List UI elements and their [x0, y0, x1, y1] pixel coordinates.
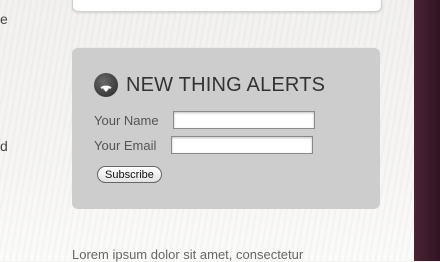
- email-row: Your Email: [94, 136, 313, 154]
- left-column-text-fragment: e: [0, 11, 8, 27]
- alerts-header: NEW THING ALERTS: [94, 71, 325, 99]
- sidebar-strip: [414, 0, 440, 261]
- alerts-title: NEW THING ALERTS: [126, 73, 326, 96]
- alerts-signup-panel: NEW THING ALERTS Your Name Your Email Su…: [72, 47, 380, 209]
- email-input[interactable]: [171, 136, 313, 154]
- rss-icon: [94, 73, 118, 97]
- subscribe-button[interactable]: Subscribe: [97, 166, 162, 183]
- left-column-text-fragment: d: [0, 138, 8, 154]
- email-label: Your Email: [94, 137, 157, 153]
- name-row: Your Name: [94, 111, 315, 129]
- body-paragraph: Lorem ipsum dolor sit amet, consectetur: [72, 247, 304, 262]
- previous-card: [72, 0, 382, 12]
- name-input[interactable]: [173, 111, 315, 129]
- name-label: Your Name: [94, 112, 159, 128]
